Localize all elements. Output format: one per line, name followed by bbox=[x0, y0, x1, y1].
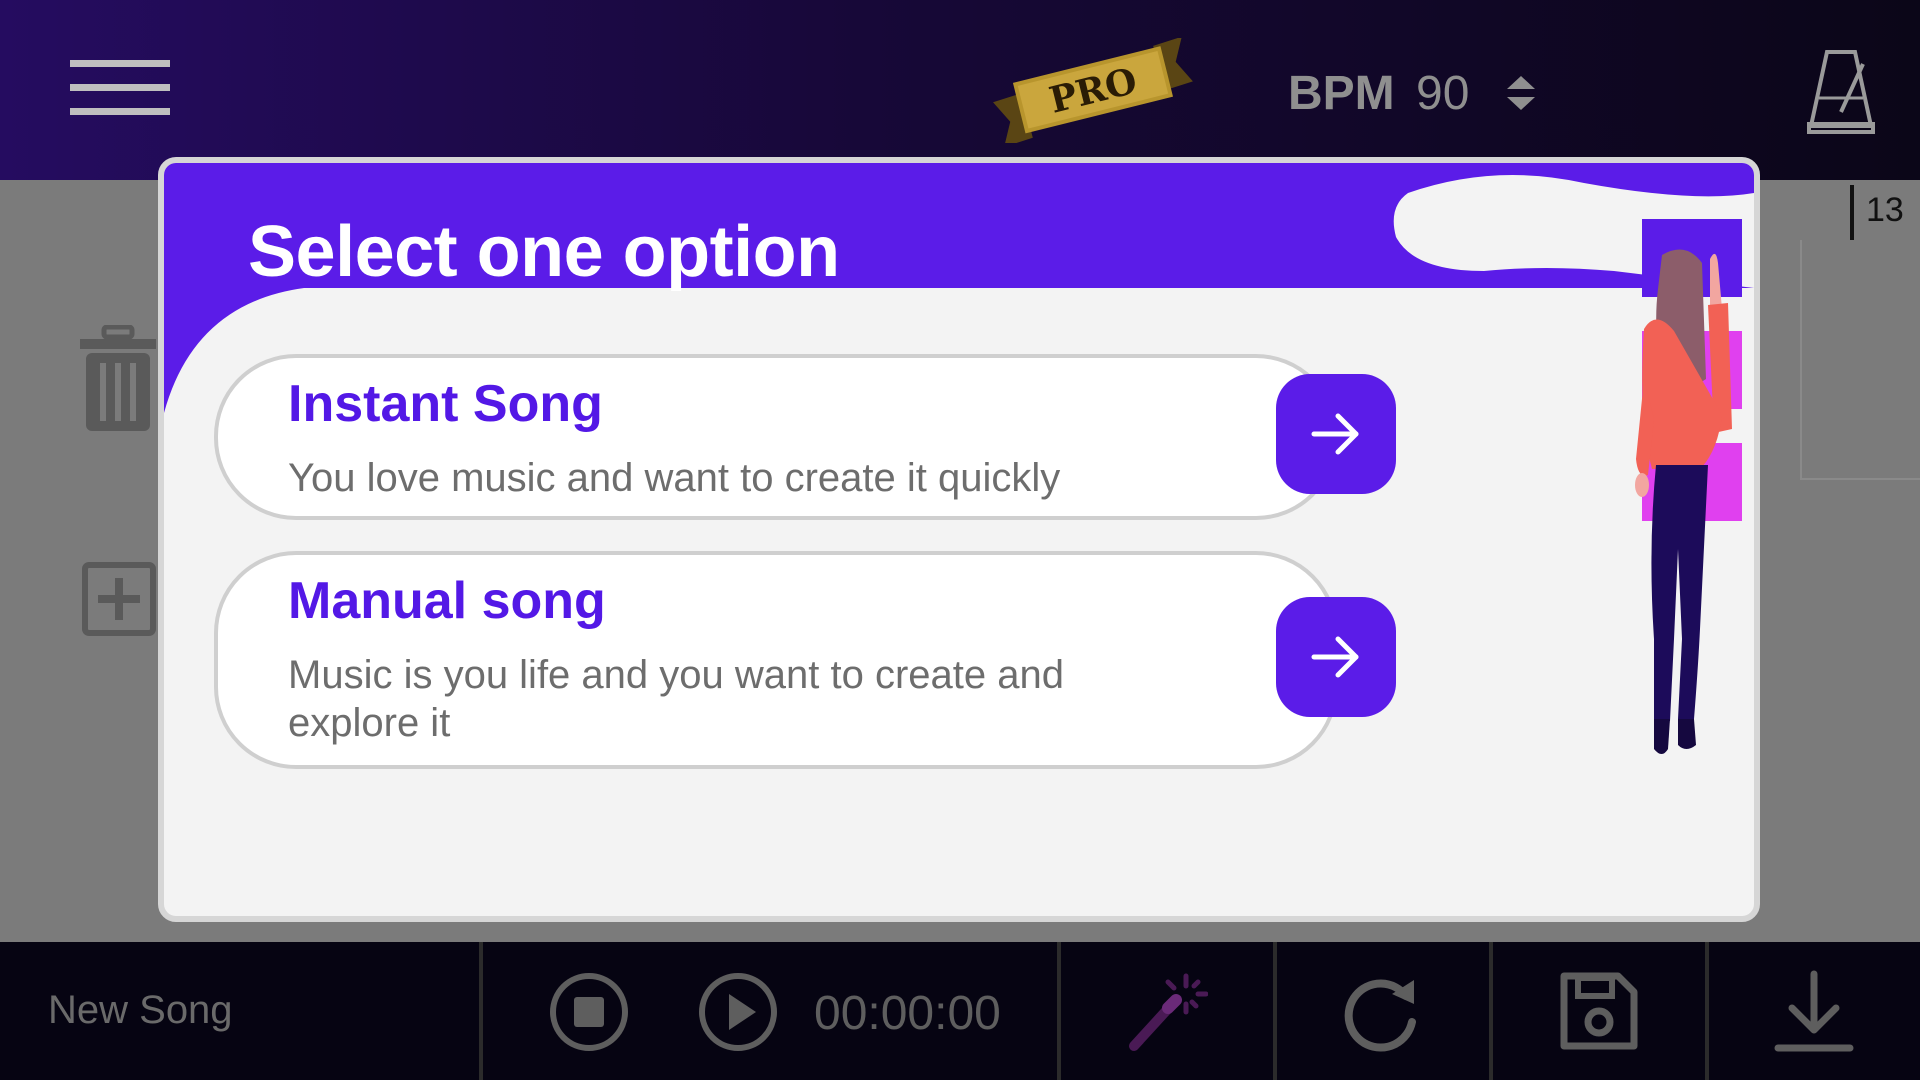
option-description: Music is you life and you want to create… bbox=[288, 653, 1064, 745]
arrow-right-icon bbox=[1311, 413, 1359, 455]
instant-song-option[interactable]: Instant Song You love music and want to … bbox=[214, 354, 1338, 520]
app-screen: PRO BPM 90 13 New Song 00:00:00 Select o… bbox=[0, 0, 1920, 1080]
toolbar-divider bbox=[1273, 942, 1277, 1080]
trash-icon[interactable] bbox=[78, 325, 158, 435]
toolbar-divider bbox=[479, 942, 483, 1080]
plus-box-icon[interactable] bbox=[82, 562, 156, 636]
toolbar-divider bbox=[1705, 942, 1709, 1080]
manual-song-option[interactable]: Manual song Music is you life and you wa… bbox=[214, 551, 1338, 769]
top-bar: PRO BPM 90 bbox=[0, 0, 1920, 180]
woman-illustration bbox=[1635, 219, 1742, 754]
playback-timer: 00:00:00 bbox=[814, 987, 1001, 1040]
bar-number: 13 bbox=[1850, 185, 1920, 240]
metronome-icon[interactable] bbox=[1805, 46, 1877, 134]
redo-icon[interactable] bbox=[1340, 970, 1424, 1054]
magic-wand-icon[interactable] bbox=[1124, 970, 1208, 1054]
option-title: Instant Song bbox=[288, 375, 603, 433]
dialog-title: Select one option bbox=[248, 212, 840, 292]
download-icon[interactable] bbox=[1770, 968, 1858, 1056]
select-option-dialog: Select one option Instant Song You love … bbox=[158, 157, 1760, 922]
option-title: Manual song bbox=[288, 572, 606, 630]
manual-song-next-button[interactable] bbox=[1276, 597, 1396, 717]
bpm-value[interactable]: 90 bbox=[1416, 66, 1469, 121]
bpm-label: BPM bbox=[1288, 67, 1395, 120]
pro-badge[interactable]: PRO bbox=[985, 38, 1200, 143]
instant-song-next-button[interactable] bbox=[1276, 374, 1396, 494]
play-button[interactable] bbox=[698, 972, 778, 1052]
hamburger-menu-icon[interactable] bbox=[70, 60, 170, 116]
arrow-right-icon bbox=[1311, 636, 1359, 678]
option-description: You love music and want to create it qui… bbox=[288, 456, 1061, 500]
toolbar-divider bbox=[1057, 942, 1061, 1080]
grid-line bbox=[1800, 240, 1802, 480]
grid-line bbox=[1800, 478, 1920, 480]
toolbar-divider bbox=[1489, 942, 1493, 1080]
stop-button[interactable] bbox=[549, 972, 629, 1052]
floppy-save-icon[interactable] bbox=[1558, 970, 1640, 1052]
up-down-stepper-icon[interactable] bbox=[1505, 74, 1537, 112]
song-name[interactable]: New Song bbox=[48, 988, 233, 1033]
